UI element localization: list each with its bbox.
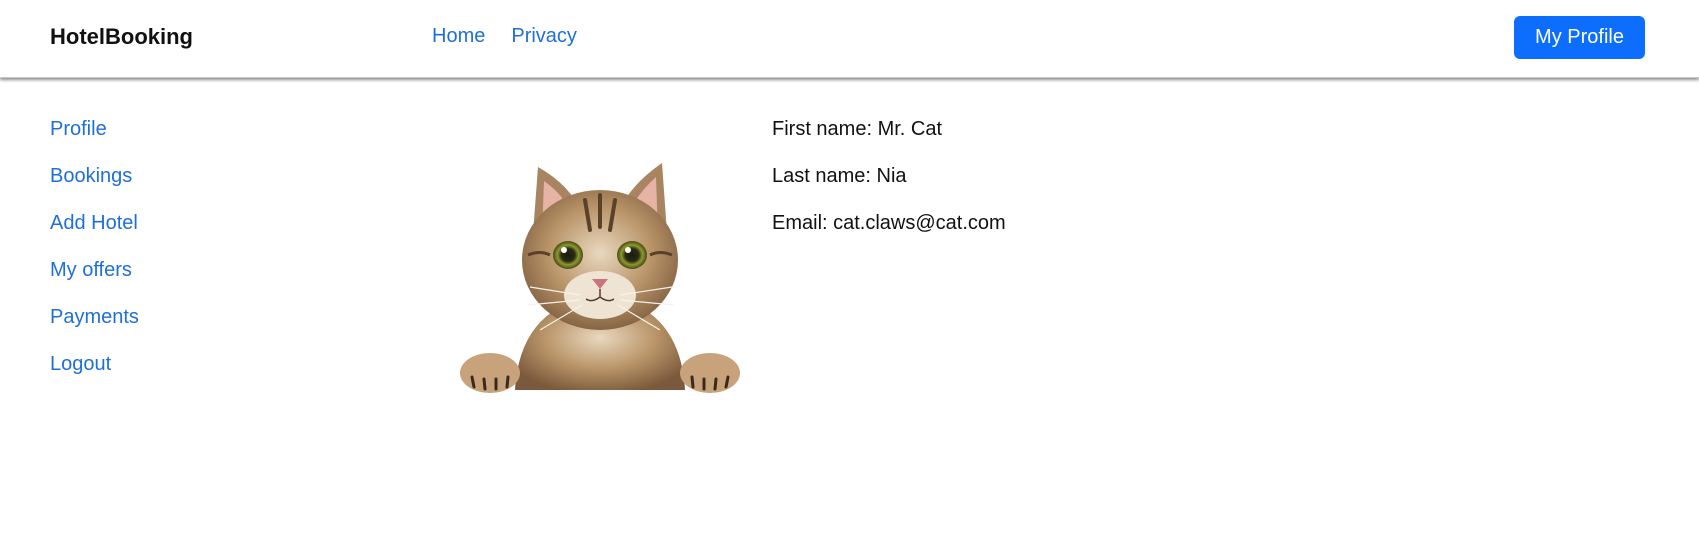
cat-photo-icon — [460, 155, 740, 395]
last-name-text: Last name: Nia — [772, 165, 907, 187]
sidebar-item-add-hotel[interactable]: Add Hotel — [50, 211, 139, 258]
my-profile-button[interactable]: My Profile — [1514, 16, 1645, 59]
nav-link-privacy[interactable]: Privacy — [511, 25, 577, 48]
top-navbar: HotelBooking Home Privacy My Profile — [0, 0, 1699, 78]
profile-details: First name: Mr. Cat Last name: Nia Email… — [772, 117, 1006, 258]
email-text: Email: cat.claws@cat.com — [772, 212, 1006, 234]
first-name-text: First name: Mr. Cat — [772, 118, 943, 140]
brand-logo[interactable]: HotelBooking — [50, 24, 193, 50]
sidebar-item-my-offers[interactable]: My offers — [50, 258, 139, 305]
main-nav: Home Privacy — [432, 25, 603, 48]
nav-link-home[interactable]: Home — [432, 25, 485, 48]
sidebar-item-logout[interactable]: Logout — [50, 352, 139, 399]
sidebar-menu: Profile Bookings Add Hotel My offers Pay… — [50, 117, 139, 399]
sidebar-item-bookings[interactable]: Bookings — [50, 164, 139, 211]
sidebar-item-payments[interactable]: Payments — [50, 305, 139, 352]
sidebar-item-profile[interactable]: Profile — [50, 117, 139, 164]
